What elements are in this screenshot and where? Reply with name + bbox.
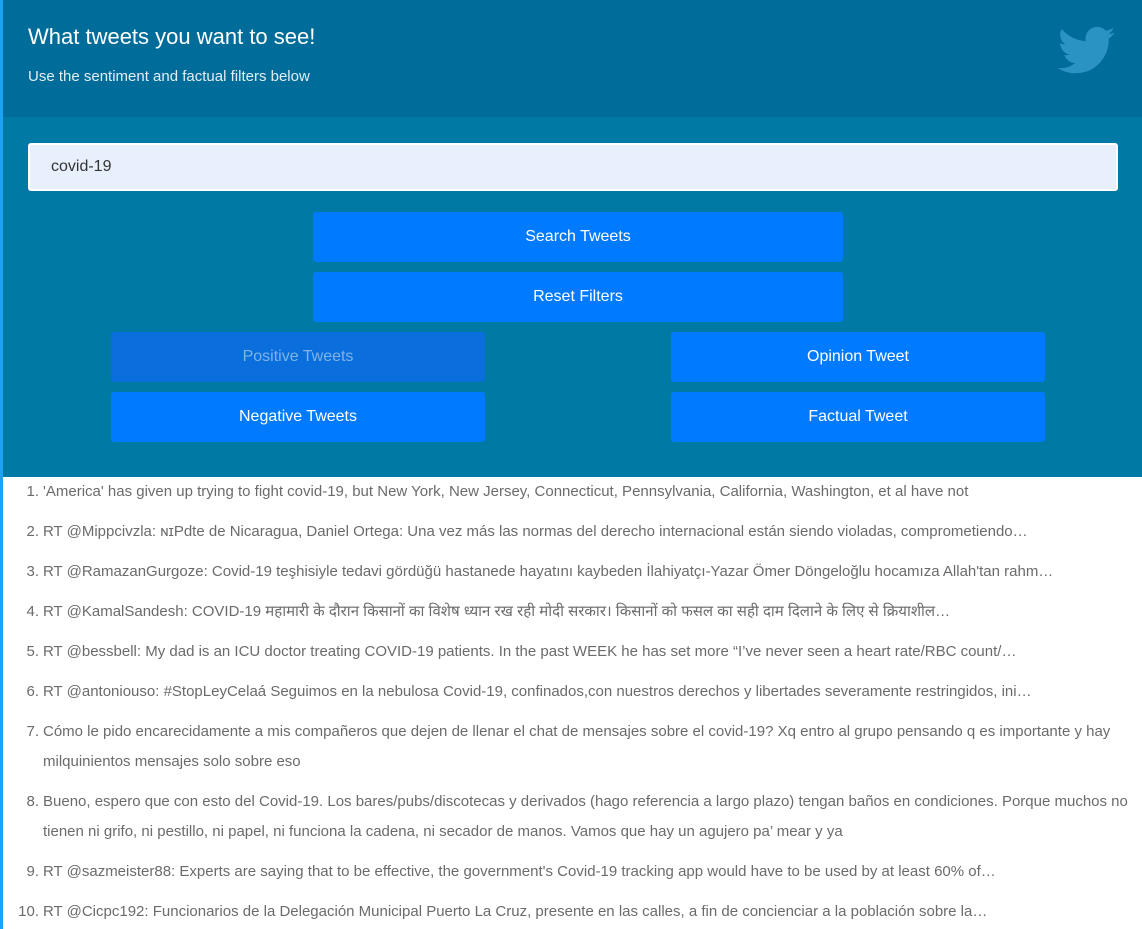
tweet-text: RT @Cicpc192: Funcionarios de la Delegac… [43,903,988,920]
list-item: 8. Bueno, espero que con esto del Covid-… [3,787,1142,847]
reset-filters-button[interactable]: Reset Filters [313,272,843,322]
page-title: What tweets you want to see! [28,24,316,49]
tweet-text: RT @RamazanGurgoze: Covid-19 teşhisiyle … [43,563,1054,580]
list-item-number: 4. [26,603,39,620]
list-item: 7. Cómo le pido encarecidamente a mis co… [3,717,1142,777]
negative-tweets-button[interactable]: Negative Tweets [111,392,485,442]
header: What tweets you want to see! Use the sen… [3,0,1142,117]
tweet-text: Bueno, espero que con esto del Covid-19.… [43,793,1128,840]
search-tweets-button[interactable]: Search Tweets [313,212,843,262]
tweet-list: 1. 'America' has given up trying to figh… [3,477,1142,929]
tweet-text: RT @bessbell: My dad is an ICU doctor tr… [43,643,1017,660]
tweet-text: RT @Mippcivzla: ɴɪPdte de Nicaragua, Dan… [43,523,1028,540]
list-item-number: 3. [26,563,39,580]
list-item-number: 10. [18,903,39,920]
positive-tweets-button[interactable]: Positive Tweets [111,332,485,382]
twitter-bird-icon [1058,26,1116,74]
tweet-text: RT @KamalSandesh: COVID-19 महामारी के दौ… [43,603,951,620]
tweet-text: Cómo le pido encarecidamente a mis compa… [43,723,1111,770]
list-item-number: 8. [26,793,39,810]
tweet-text: 'America' has given up trying to fight c… [43,483,969,500]
list-item-number: 2. [26,523,39,540]
tweet-text: RT @antoniouso: #StopLeyCelaá Seguimos e… [43,683,1032,700]
list-item-number: 9. [26,863,39,880]
filter-panel: Search Tweets Reset Filters Positive Twe… [3,117,1142,477]
page-subtitle: Use the sentiment and factual filters be… [28,68,310,85]
tweet-text: RT @sazmeister88: Experts are saying tha… [43,863,996,880]
opinion-tweet-button[interactable]: Opinion Tweet [671,332,1045,382]
list-item-number: 7. [26,723,39,740]
search-input[interactable] [28,143,1118,191]
factual-tweet-button[interactable]: Factual Tweet [671,392,1045,442]
list-item-number: 1. [26,483,39,500]
list-item-number: 6. [26,683,39,700]
list-item-number: 5. [26,643,39,660]
